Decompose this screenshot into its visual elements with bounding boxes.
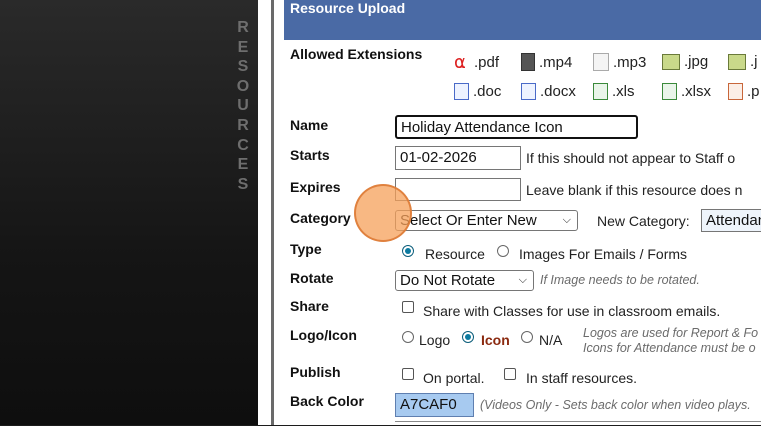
ext-mp4: .mp4 — [521, 53, 572, 71]
logo-option-label: Logo — [419, 332, 451, 348]
ext-label: .mp4 — [539, 53, 573, 71]
back-color-input[interactable]: A7CAF0 — [395, 393, 474, 417]
film-icon — [521, 53, 535, 71]
ext-label: .xls — [612, 83, 635, 100]
ext-label: .jpg — [684, 53, 709, 70]
starts-date-input[interactable]: 01-02-2026 — [395, 146, 521, 170]
page-title: Resource Upload — [290, 0, 406, 16]
ext-label: .mp3 — [613, 53, 647, 71]
side-letter: O — [236, 77, 250, 95]
type-resource-label: Resource — [425, 246, 485, 262]
next-field-edge — [395, 421, 761, 426]
ext-label: .j — [750, 53, 758, 70]
allowed-extensions-label: Allowed Extensions — [290, 46, 423, 62]
expires-hint: Leave blank if this resource does n — [526, 182, 743, 198]
na-option-label: N/A — [539, 332, 563, 348]
new-category-input[interactable]: Attendan — [701, 209, 761, 232]
share-classes-label: Share with Classes for use in classroom … — [423, 303, 721, 319]
side-letter: S — [237, 58, 249, 76]
ext-docx: .docx — [521, 83, 576, 100]
side-letter: S — [237, 175, 249, 193]
type-resource-radio[interactable] — [402, 245, 414, 257]
side-letter: E — [237, 156, 249, 174]
pdf-icon: ⍺ — [454, 52, 466, 72]
chevron-down-icon: ⌵ — [518, 274, 527, 286]
ext-ppt: .p — [728, 83, 760, 100]
ext-doc: .doc — [454, 83, 501, 100]
starts-hint: If this should not appear to Staff o — [526, 150, 736, 166]
panel-header: Resource Upload — [284, 0, 761, 40]
name-label: Name — [290, 117, 329, 133]
ext-label: .docx — [540, 83, 576, 100]
presentation-icon — [728, 83, 743, 100]
publish-staff-checkbox[interactable] — [504, 368, 516, 380]
ext-mp3: .mp3 — [593, 53, 646, 71]
chevron-down-icon: ⌵ — [562, 214, 571, 226]
expires-label: Expires — [290, 179, 341, 195]
word-doc-icon — [521, 83, 536, 100]
side-letter: U — [237, 97, 249, 115]
share-label: Share — [290, 298, 329, 314]
name-input[interactable]: Holiday Attendance Icon — [395, 115, 638, 139]
new-category-label: New Category: — [597, 213, 690, 229]
resources-vertical-label: R E S O U R C E S — [235, 18, 251, 194]
ext-label: .pdf — [474, 53, 500, 71]
side-letter: E — [237, 38, 249, 56]
share-classes-checkbox[interactable] — [402, 301, 414, 313]
icon-option-label: Icon — [481, 332, 510, 348]
back-color-label: Back Color — [290, 393, 364, 409]
ext-label: .doc — [473, 83, 502, 100]
na-radio[interactable] — [521, 331, 533, 343]
category-selected-value: Select Or Enter New — [400, 212, 537, 229]
logo-radio[interactable] — [402, 331, 414, 343]
side-letter: R — [237, 19, 249, 36]
category-select[interactable]: Select Or Enter New ⌵ — [395, 210, 578, 231]
expires-date-input[interactable] — [395, 178, 521, 201]
starts-label: Starts — [290, 147, 330, 163]
back-color-hint: (Videos Only - Sets back color when vide… — [480, 398, 751, 412]
logo-icon-hint-2: Icons for Attendance must be o — [583, 341, 756, 355]
background-left — [0, 0, 258, 425]
type-images-label: Images For Emails / Forms — [519, 246, 688, 262]
word-doc-icon — [454, 83, 469, 100]
gutter — [258, 0, 271, 425]
type-label: Type — [290, 241, 322, 257]
ext-xlsx: .xlsx — [662, 83, 711, 100]
ext-label: .xlsx — [681, 83, 711, 100]
ext-label: .p — [747, 83, 760, 100]
icon-radio[interactable] — [462, 331, 474, 343]
logo-icon-label: Logo/Icon — [290, 327, 357, 343]
rotate-hint: If Image needs to be rotated. — [540, 273, 700, 287]
image-icon — [728, 53, 746, 70]
ext-pdf: ⍺ .pdf — [454, 53, 499, 71]
ext-jpeg: .j — [728, 53, 758, 70]
type-images-radio[interactable] — [497, 245, 509, 257]
publish-label: Publish — [290, 364, 341, 380]
logo-icon-hint-1: Logos are used for Report & Fo — [583, 326, 759, 340]
publish-staff-label: In staff resources. — [526, 370, 638, 386]
publish-portal-label: On portal. — [423, 370, 485, 386]
image-icon — [662, 53, 680, 70]
publish-portal-checkbox[interactable] — [402, 368, 414, 380]
rotate-label: Rotate — [290, 270, 334, 286]
audio-file-icon — [593, 53, 609, 71]
ext-jpg: .jpg — [662, 53, 708, 70]
spreadsheet-icon — [593, 83, 608, 100]
side-letter: R — [237, 116, 249, 134]
click-indicator — [354, 184, 412, 242]
rotate-selected-value: Do Not Rotate — [400, 272, 496, 289]
rotate-select[interactable]: Do Not Rotate ⌵ — [395, 270, 534, 291]
spreadsheet-icon — [662, 83, 677, 100]
ext-xls: .xls — [593, 83, 635, 100]
side-letter: C — [237, 136, 249, 154]
category-label: Category — [290, 210, 351, 226]
